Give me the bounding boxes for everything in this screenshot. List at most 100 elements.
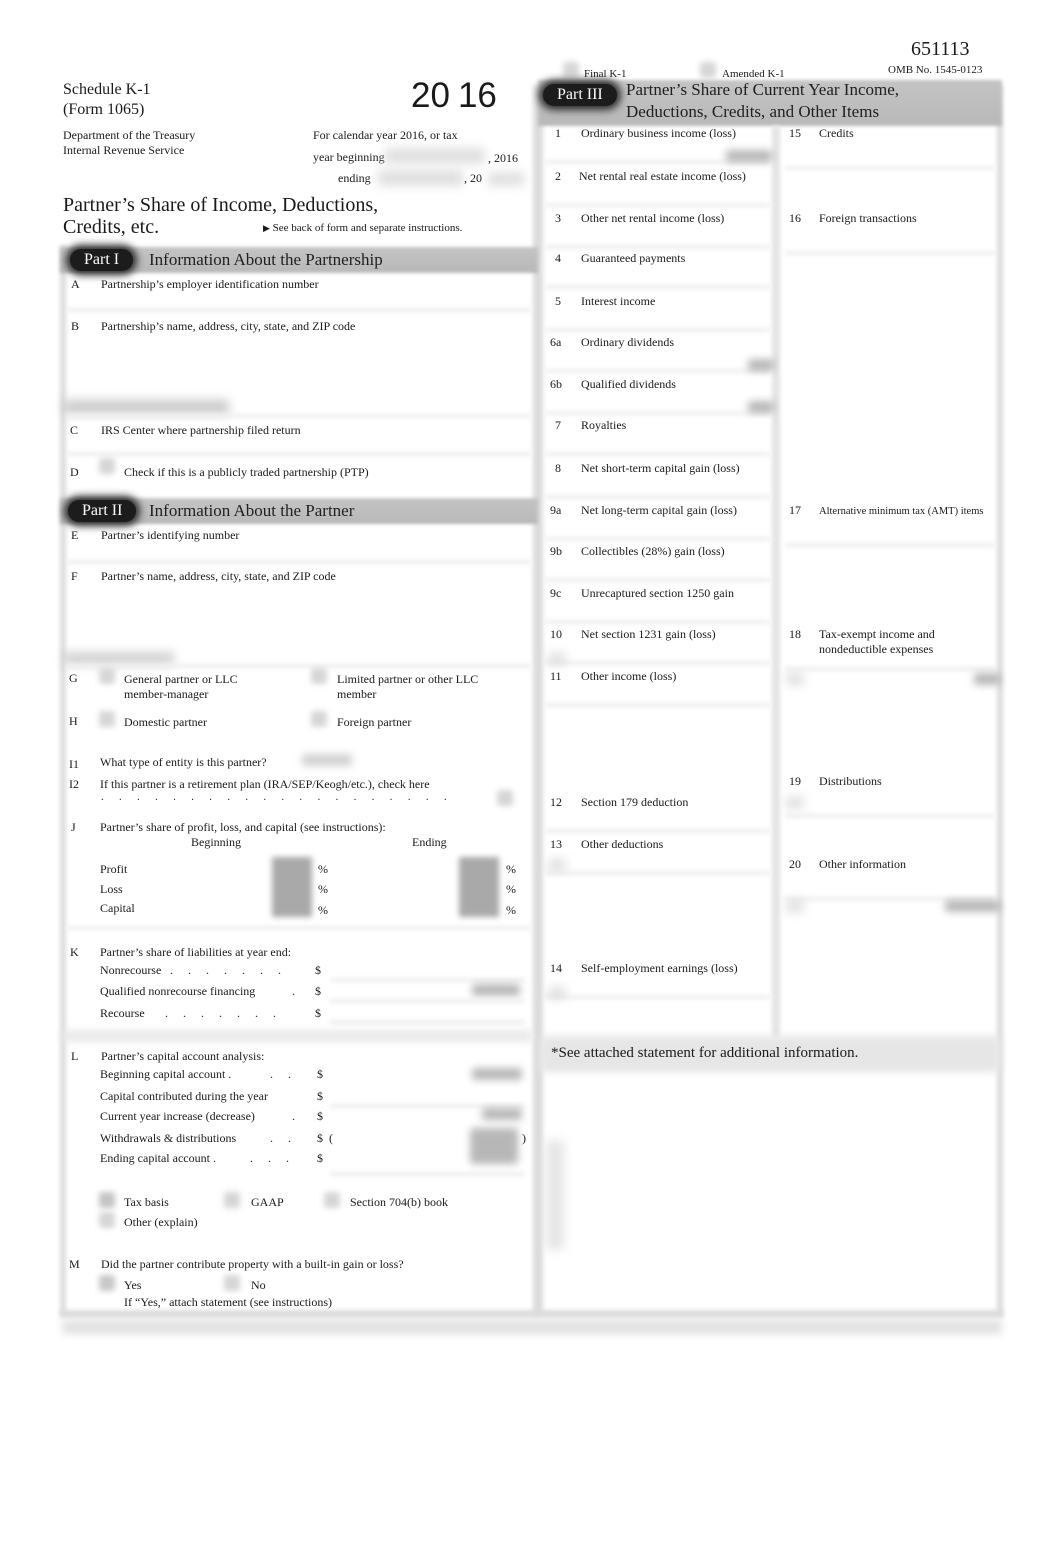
- current-year-increase-currency: $: [317, 1109, 323, 1123]
- line-17-label-group: Alternative minimum tax (AMT) items: [819, 504, 983, 519]
- line-13-field[interactable]: [545, 871, 770, 875]
- line-3-field[interactable]: [545, 245, 770, 249]
- foreign-partner-checkbox[interactable]: [311, 711, 327, 727]
- item-d-label: Check if this is a publicly traded partn…: [124, 465, 369, 479]
- line-10-field[interactable]: [545, 661, 770, 665]
- withdrawals-value[interactable]: [470, 1128, 518, 1164]
- ptp-checkbox[interactable]: [99, 458, 115, 474]
- line-2-field[interactable]: [545, 203, 770, 207]
- general-partner-label: General partner or LLC member-manager: [124, 672, 238, 702]
- line-17-field[interactable]: [785, 543, 995, 547]
- line-6b-number: 6b: [550, 377, 562, 391]
- retirement-plan-checkbox[interactable]: [497, 790, 513, 806]
- built-in-gain-yes-checkbox[interactable]: [99, 1275, 115, 1291]
- line-7-field[interactable]: [545, 452, 770, 456]
- line-2-label: Net rental real estate income (loss): [579, 169, 746, 183]
- line-9b-field[interactable]: [545, 578, 770, 582]
- line-11-field[interactable]: [545, 703, 770, 707]
- final-k1-checkbox[interactable]: [563, 62, 579, 78]
- part3-column-divider: [772, 126, 780, 1038]
- line14-code: [548, 987, 566, 999]
- line-16-label: Foreign transactions: [819, 211, 917, 225]
- line-16-label-group: Foreign transactions: [819, 211, 917, 226]
- line-13-number: 13: [550, 837, 562, 851]
- line6a-value[interactable]: [748, 359, 774, 371]
- beginning-capital-currency: $: [317, 1067, 323, 1081]
- item-b-field[interactable]: [66, 414, 531, 418]
- beginning-percent-fields[interactable]: [272, 857, 312, 917]
- line6b-value[interactable]: [748, 401, 774, 413]
- built-in-gain-no-checkbox[interactable]: [224, 1275, 240, 1291]
- ending-capital-dots: . . .: [250, 1151, 295, 1165]
- line-14-number: 14: [550, 961, 562, 975]
- line-18-field[interactable]: [785, 667, 995, 671]
- item-e-label: Partner’s identifying number: [101, 528, 240, 542]
- pointer-arrow-icon: ▶: [263, 223, 270, 233]
- qualified-nonrecourse-currency: $: [315, 984, 321, 998]
- line-5-field[interactable]: [545, 328, 770, 332]
- tax-year: 20 16: [411, 76, 497, 116]
- other-basis-checkbox[interactable]: [99, 1212, 115, 1228]
- withdrawals-close-paren: ): [522, 1131, 526, 1145]
- part3-title-line2: Deductions, Credits, and Other Items: [626, 102, 880, 121]
- recourse-currency: $: [315, 1006, 321, 1020]
- line-16-field[interactable]: [785, 251, 995, 255]
- line-10-number: 10: [550, 627, 562, 641]
- general-partner-line1: General partner or LLC: [124, 672, 238, 686]
- item-a-field[interactable]: [66, 308, 531, 312]
- line-19-label: Distributions: [819, 774, 882, 788]
- beginning-capital-dots: . .: [270, 1067, 297, 1081]
- line1-value[interactable]: [726, 150, 772, 162]
- item-c-label: IRS Center where partnership filed retur…: [101, 423, 301, 437]
- line-8-field[interactable]: [545, 495, 770, 499]
- line-6b-label: Qualified dividends: [581, 377, 676, 391]
- qualified-nonrecourse-value[interactable]: [472, 984, 520, 996]
- item-f-letter: F: [71, 569, 78, 583]
- qualified-nonrecourse-field[interactable]: [330, 999, 525, 1003]
- line-9c-field[interactable]: [545, 620, 770, 624]
- line-15-field[interactable]: [785, 166, 995, 170]
- line-14-field[interactable]: [545, 995, 770, 999]
- item-f-field[interactable]: [66, 664, 531, 668]
- recourse-field[interactable]: [330, 1020, 525, 1024]
- nonrecourse-field[interactable]: [330, 978, 525, 982]
- line-4-field[interactable]: [545, 285, 770, 289]
- see-back-text: See back of form and separate instructio…: [272, 222, 463, 234]
- tax-basis-checkbox[interactable]: [99, 1192, 115, 1208]
- line-6b-field[interactable]: [545, 411, 770, 415]
- item-c-field[interactable]: [66, 452, 531, 456]
- section-704b-checkbox[interactable]: [324, 1192, 340, 1208]
- line-10-label: Net section 1231 gain (loss): [581, 627, 716, 641]
- line-19-field[interactable]: [785, 814, 995, 818]
- entity-type-field[interactable]: [302, 754, 352, 766]
- loss-ending-pct: %: [506, 882, 516, 896]
- line-9a-field[interactable]: [545, 537, 770, 541]
- year-beginning-field[interactable]: [385, 148, 485, 164]
- beginning-capital-value[interactable]: [472, 1068, 522, 1080]
- amended-k1-checkbox[interactable]: [700, 62, 716, 78]
- gaap-checkbox[interactable]: [224, 1192, 240, 1208]
- item-e-field[interactable]: [66, 560, 531, 564]
- limited-partner-checkbox[interactable]: [311, 668, 327, 684]
- line-6a-field[interactable]: [545, 369, 770, 373]
- ending-percent-fields[interactable]: [459, 857, 499, 917]
- general-partner-checkbox[interactable]: [99, 668, 115, 684]
- limited-partner-label: Limited partner or other LLC member: [337, 672, 478, 702]
- part1-badge: Part I: [70, 249, 134, 271]
- line-20-number: 20: [789, 857, 801, 871]
- ending-date-field[interactable]: [378, 170, 463, 186]
- domestic-partner-checkbox[interactable]: [99, 711, 115, 727]
- ending-capital-field[interactable]: [330, 1172, 525, 1176]
- line20-value[interactable]: [945, 900, 1000, 912]
- built-in-gain-note: If “Yes,” attach statement (see instruct…: [124, 1295, 333, 1309]
- item-f-label: Partner’s name, address, city, state, an…: [101, 569, 336, 583]
- item-j-letter: J: [71, 820, 76, 834]
- current-year-increase-value[interactable]: [482, 1108, 522, 1120]
- line-11-label: Other income (loss): [581, 669, 677, 683]
- item-k-label: Partner’s share of liabilities at year e…: [100, 945, 292, 959]
- ending-year-field[interactable]: [488, 172, 524, 186]
- line18-value[interactable]: [974, 673, 1000, 685]
- line10-code: [548, 653, 566, 665]
- item-i1-label: What type of entity is this partner?: [100, 755, 267, 769]
- line-12-field[interactable]: [545, 829, 770, 833]
